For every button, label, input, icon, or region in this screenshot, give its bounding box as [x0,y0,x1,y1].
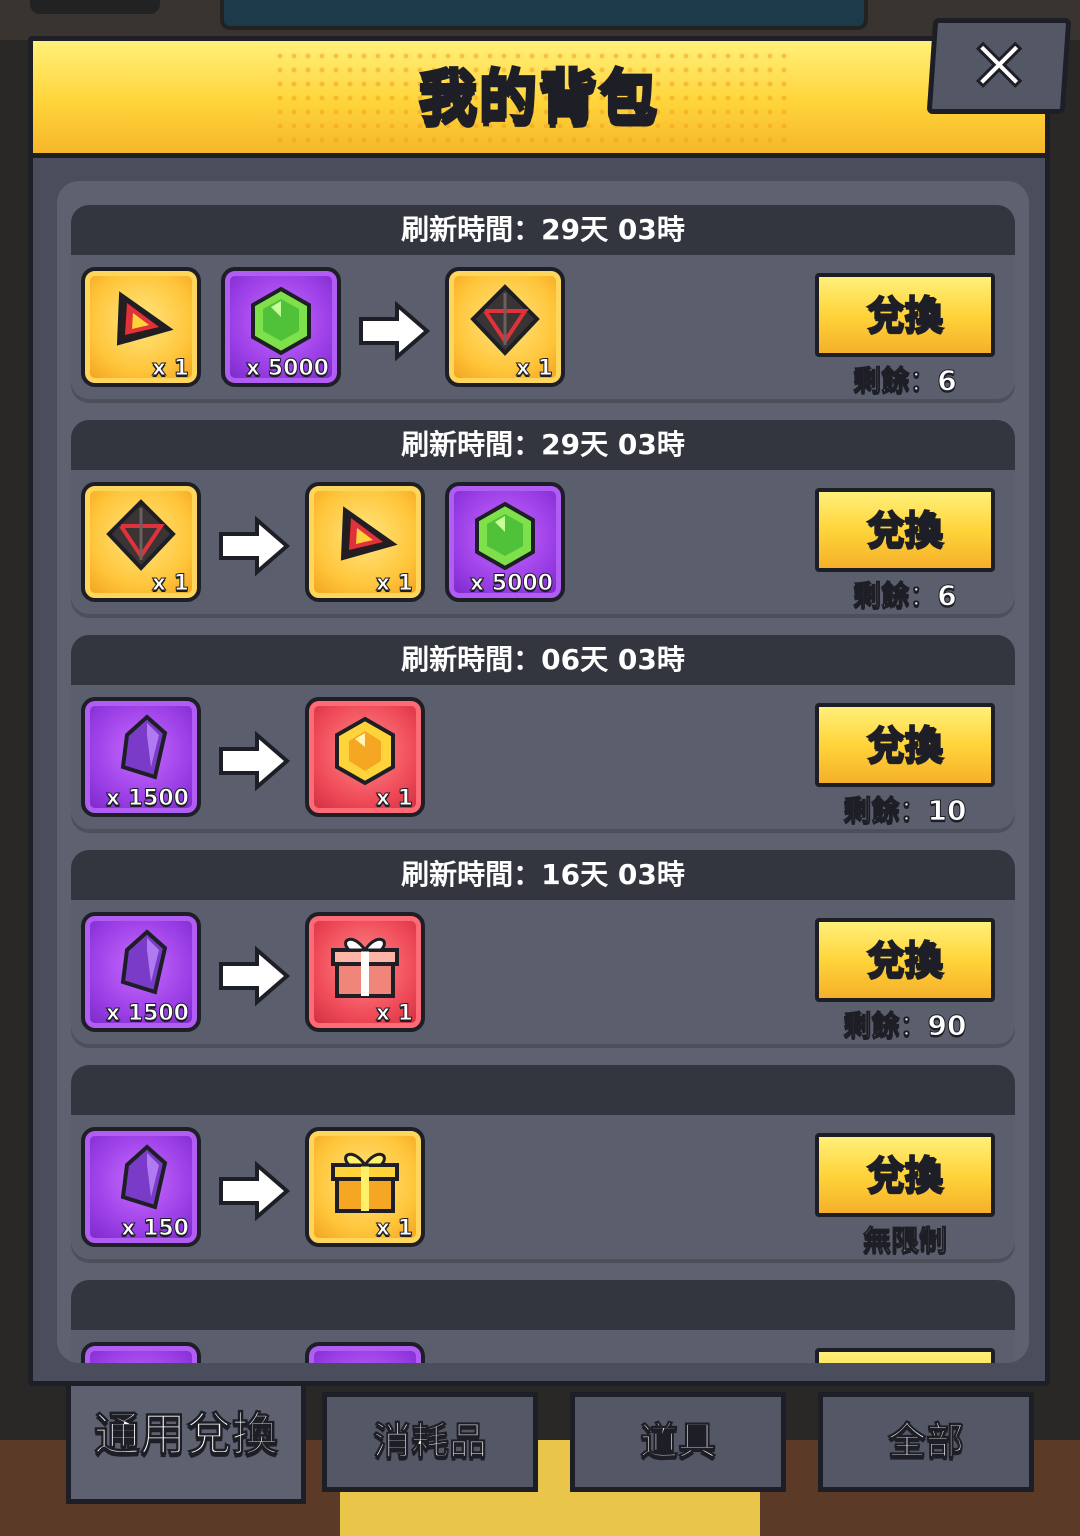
item-quantity: x 1 [375,571,413,597]
item-quantity: x 1 [375,1001,413,1027]
green-gem-icon[interactable]: x 5000 [221,267,341,387]
panel-header: 我的背包 [33,41,1045,158]
item-slot[interactable] [305,1342,425,1363]
exchange-row: 刷新時間：16天 03時 x 1500 x 1 兌換 剩餘：90 [71,850,1015,1048]
refresh-time: 刷新時間：29天 03時 [71,205,1015,255]
gold-hexagon-gem-icon[interactable]: x 1 [305,697,425,817]
exchange-list[interactable]: 刷新時間：29天 03時 x 1 x 5000 x 1 兌換 剩餘：6 刷新時間… [57,181,1029,1363]
exchange-button[interactable]: 兌換 [815,488,995,572]
page-title: 我的背包 [417,62,659,133]
background-top [0,0,1080,40]
gold-gift-box-icon[interactable]: x 1 [305,1127,425,1247]
green-gem-icon[interactable]: x 5000 [445,482,565,602]
item-quantity: x 150 [121,1216,190,1242]
arrow-right-icon [359,301,431,361]
refresh-time: 刷新時間：06天 03時 [71,635,1015,685]
exchange-row: 刷新時間：29天 03時 x 1 x 1 x 5000 兌換 剩餘：6 [71,420,1015,618]
purple-crystal-icon[interactable]: x 150 [81,1127,201,1247]
item-quantity: x 1500 [105,786,189,812]
refresh-time: 刷新時間：16天 03時 [71,850,1015,900]
remaining-count: 剩餘：10 [843,794,967,828]
red-triangle-relic-icon[interactable]: x 1 [305,482,425,602]
exchange-button[interactable]: 兌換 [815,1133,995,1217]
tab-general-exchange[interactable]: 通用兌換 [66,1386,306,1504]
item-quantity: x 1 [375,786,413,812]
tab-all[interactable]: 全部 [818,1392,1034,1492]
exchange-button[interactable]: 兌換 [815,918,995,1002]
remaining-count: 剩餘：90 [843,1009,967,1043]
item-quantity: x 1 [515,356,553,382]
close-button[interactable]: ✕ [926,18,1072,114]
dark-crystal-relic-icon[interactable]: x 1 [445,267,565,387]
item-quantity: x 1500 [105,1001,189,1027]
purple-crystal-icon[interactable]: x 1500 [81,912,201,1032]
item-quantity: x 5000 [469,571,553,597]
close-icon: ✕ [967,23,1030,110]
exchange-button[interactable] [815,1348,995,1363]
item-quantity: x 5000 [245,356,329,382]
exchange-row: 刷新時間：06天 03時 x 1500 x 1 兌換 剩餘：10 [71,635,1015,833]
tab-consumables[interactable]: 消耗品 [322,1392,538,1492]
item-quantity: x 1 [375,1216,413,1242]
refresh-time [71,1280,1015,1330]
exchange-button[interactable]: 兌換 [815,703,995,787]
refresh-time [71,1065,1015,1115]
arrow-right-icon [219,1161,291,1221]
exchange-row: 刷新時間：29天 03時 x 1 x 5000 x 1 兌換 剩餘：6 [71,205,1015,403]
arrow-right-icon [219,731,291,791]
remaining-count: 剩餘：6 [853,364,957,398]
background-hud-block [30,0,160,14]
purple-crystal-icon[interactable]: x 1500 [81,697,201,817]
background-hud-bar [220,0,868,30]
refresh-time: 刷新時間：29天 03時 [71,420,1015,470]
red-gift-box-icon[interactable]: x 1 [305,912,425,1032]
tab-props[interactable]: 道具 [570,1392,786,1492]
exchange-row: x 150 x 1 兌換 無限制 [71,1065,1015,1263]
dark-crystal-relic-icon[interactable]: x 1 [81,482,201,602]
remaining-count: 剩餘：6 [853,579,957,613]
item-slot[interactable] [81,1342,201,1363]
arrow-right-icon [219,516,291,576]
arrow-right-icon [219,946,291,1006]
exchange-button[interactable]: 兌換 [815,273,995,357]
item-quantity: x 1 [151,356,189,382]
red-triangle-relic-icon[interactable]: x 1 [81,267,201,387]
item-quantity: x 1 [151,571,189,597]
remaining-count: 無限制 [862,1224,947,1258]
exchange-row-partial [71,1280,1015,1363]
backpack-panel: 我的背包 刷新時間：29天 03時 x 1 x 5000 x 1 兌換 剩餘：6… [28,36,1050,1386]
